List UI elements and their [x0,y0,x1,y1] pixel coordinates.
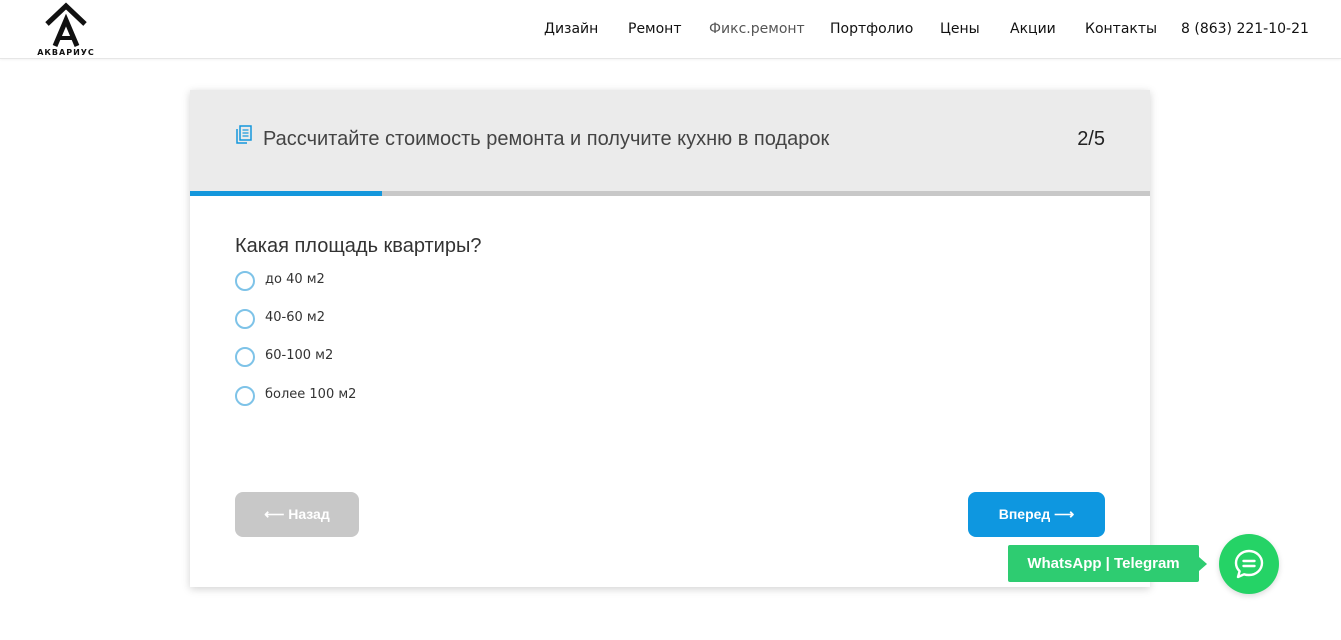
nav-item-fix-repair[interactable]: Фикс.ремонт [709,21,805,37]
chat-button[interactable] [1219,534,1279,594]
next-button[interactable]: Вперед ⟶ [968,492,1105,537]
radio-button[interactable] [235,347,255,367]
logo-text: АКВАРИУС [37,48,95,57]
option-label: до 40 м2 [265,272,325,287]
radio-button[interactable] [235,271,255,291]
nav-item-contacts[interactable]: Контакты [1085,21,1157,37]
radio-button[interactable] [235,386,255,406]
logo[interactable]: АКВАРИУС [34,2,98,58]
nav-item-repair[interactable]: Ремонт [628,21,682,37]
radio-button[interactable] [235,309,255,329]
document-icon [235,125,253,150]
quiz-card: Рассчитайте стоимость ремонта и получите… [190,90,1150,587]
nav-item-promotions[interactable]: Акции [1010,21,1056,37]
quiz-title: Рассчитайте стоимость ремонта и получите… [263,128,830,150]
progress-bar [190,191,1150,196]
chat-label[interactable]: WhatsApp | Telegram [1008,545,1207,582]
option-label: 60-100 м2 [265,348,334,363]
chat-bubble-icon [1234,549,1264,579]
step-counter: 2/5 [1077,128,1105,150]
option-label: более 100 м2 [265,387,357,402]
site-header: АКВАРИУС Дизайн Ремонт Фикс.ремонт Портф… [0,0,1341,59]
nav-item-portfolio[interactable]: Портфолио [830,21,913,37]
option-label: 40-60 м2 [265,310,325,325]
nav-item-prices[interactable]: Цены [940,21,980,37]
phone-link[interactable]: 8 (863) 221-10-21 [1181,21,1309,37]
nav-item-design[interactable]: Дизайн [544,21,598,37]
logo-house-icon [45,2,87,47]
quiz-header: Рассчитайте стоимость ремонта и получите… [190,90,1150,191]
back-button[interactable]: ⟵ Назад [235,492,359,537]
progress-fill [190,191,382,196]
question-text: Какая площадь квартиры? [235,235,482,257]
